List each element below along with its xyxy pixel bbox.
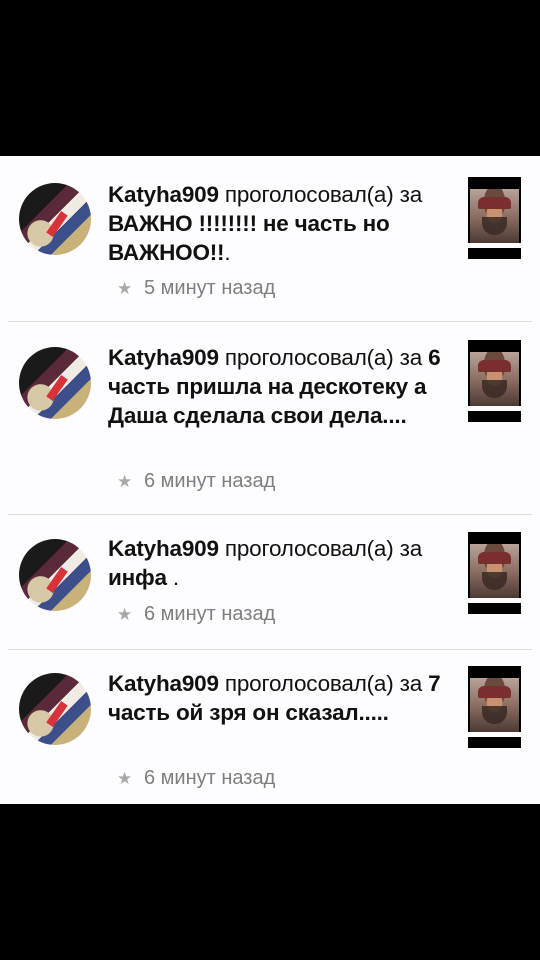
timestamp-row: ★ 6 минут назад [117, 766, 275, 791]
star-icon: ★ [117, 472, 133, 491]
poll-image-band [468, 406, 521, 411]
list-item[interactable]: Katyha909 проголосовал(а) за 6 часть при… [0, 322, 540, 515]
poll-option-link[interactable]: инфа [108, 565, 167, 590]
activity-tail: . [166, 565, 179, 590]
user-avatar[interactable] [19, 539, 91, 611]
list-item[interactable]: Katyha909 проголосовал(а) за 7 часть ой … [0, 650, 540, 804]
poll-image-picture [470, 189, 519, 243]
timestamp-row: ★ 5 минут назад [117, 276, 275, 301]
user-avatar[interactable] [19, 673, 91, 745]
poll-image[interactable] [468, 177, 521, 259]
timestamp-row: ★ 6 минут назад [117, 469, 275, 494]
star-icon: ★ [117, 605, 133, 624]
poll-image[interactable] [468, 532, 521, 614]
activity-verb: проголосовал(а) за [218, 182, 423, 207]
poll-image[interactable] [468, 666, 521, 748]
username-link[interactable]: Katyha909 [108, 536, 219, 561]
poll-image-band [468, 598, 521, 603]
list-item[interactable]: Katyha909 проголосовал(а) за ВАЖНО !!!!!… [0, 156, 540, 322]
poll-image-picture [470, 678, 519, 732]
activity-feed: Katyha909 проголосовал(а) за ВАЖНО !!!!!… [0, 156, 540, 804]
username-link[interactable]: Katyha909 [108, 182, 219, 207]
star-icon: ★ [117, 769, 133, 788]
activity-verb: проголосовал(а) за [218, 345, 429, 370]
top-black-bar [0, 0, 540, 156]
timestamp: 6 минут назад [144, 470, 276, 492]
poll-image-picture [470, 352, 519, 406]
poll-image-band [468, 732, 521, 737]
activity-verb: проголосовал(а) за [218, 671, 429, 696]
username-link[interactable]: Katyha909 [108, 345, 219, 370]
user-avatar[interactable] [19, 183, 91, 255]
timestamp: 5 минут назад [144, 277, 276, 299]
timestamp: 6 минут назад [144, 603, 276, 625]
star-icon: ★ [117, 279, 133, 298]
poll-image-band [468, 243, 521, 248]
user-avatar[interactable] [19, 347, 91, 419]
activity-verb: проголосовал(а) за [218, 536, 423, 561]
activity-text: Katyha909 проголосовал(а) за инфа . [108, 534, 453, 592]
list-item[interactable]: Katyha909 проголосовал(а) за инфа . ★ 6 м… [0, 515, 540, 650]
activity-text: Katyha909 проголосовал(а) за ВАЖНО !!!!!… [108, 180, 453, 267]
timestamp-row: ★ 6 минут назад [117, 602, 275, 627]
activity-tail: . [224, 240, 231, 265]
username-link[interactable]: Katyha909 [108, 671, 219, 696]
timestamp: 6 минут назад [144, 767, 276, 789]
activity-text: Katyha909 проголосовал(а) за 6 часть при… [108, 343, 453, 430]
bottom-black-bar [0, 804, 540, 960]
poll-option-link[interactable]: ВАЖНО !!!!!!!! не часть но ВАЖНОО!! [108, 211, 390, 265]
activity-text: Katyha909 проголосовал(а) за 7 часть ой … [108, 669, 453, 727]
poll-image-picture [470, 544, 519, 598]
poll-image[interactable] [468, 340, 521, 422]
